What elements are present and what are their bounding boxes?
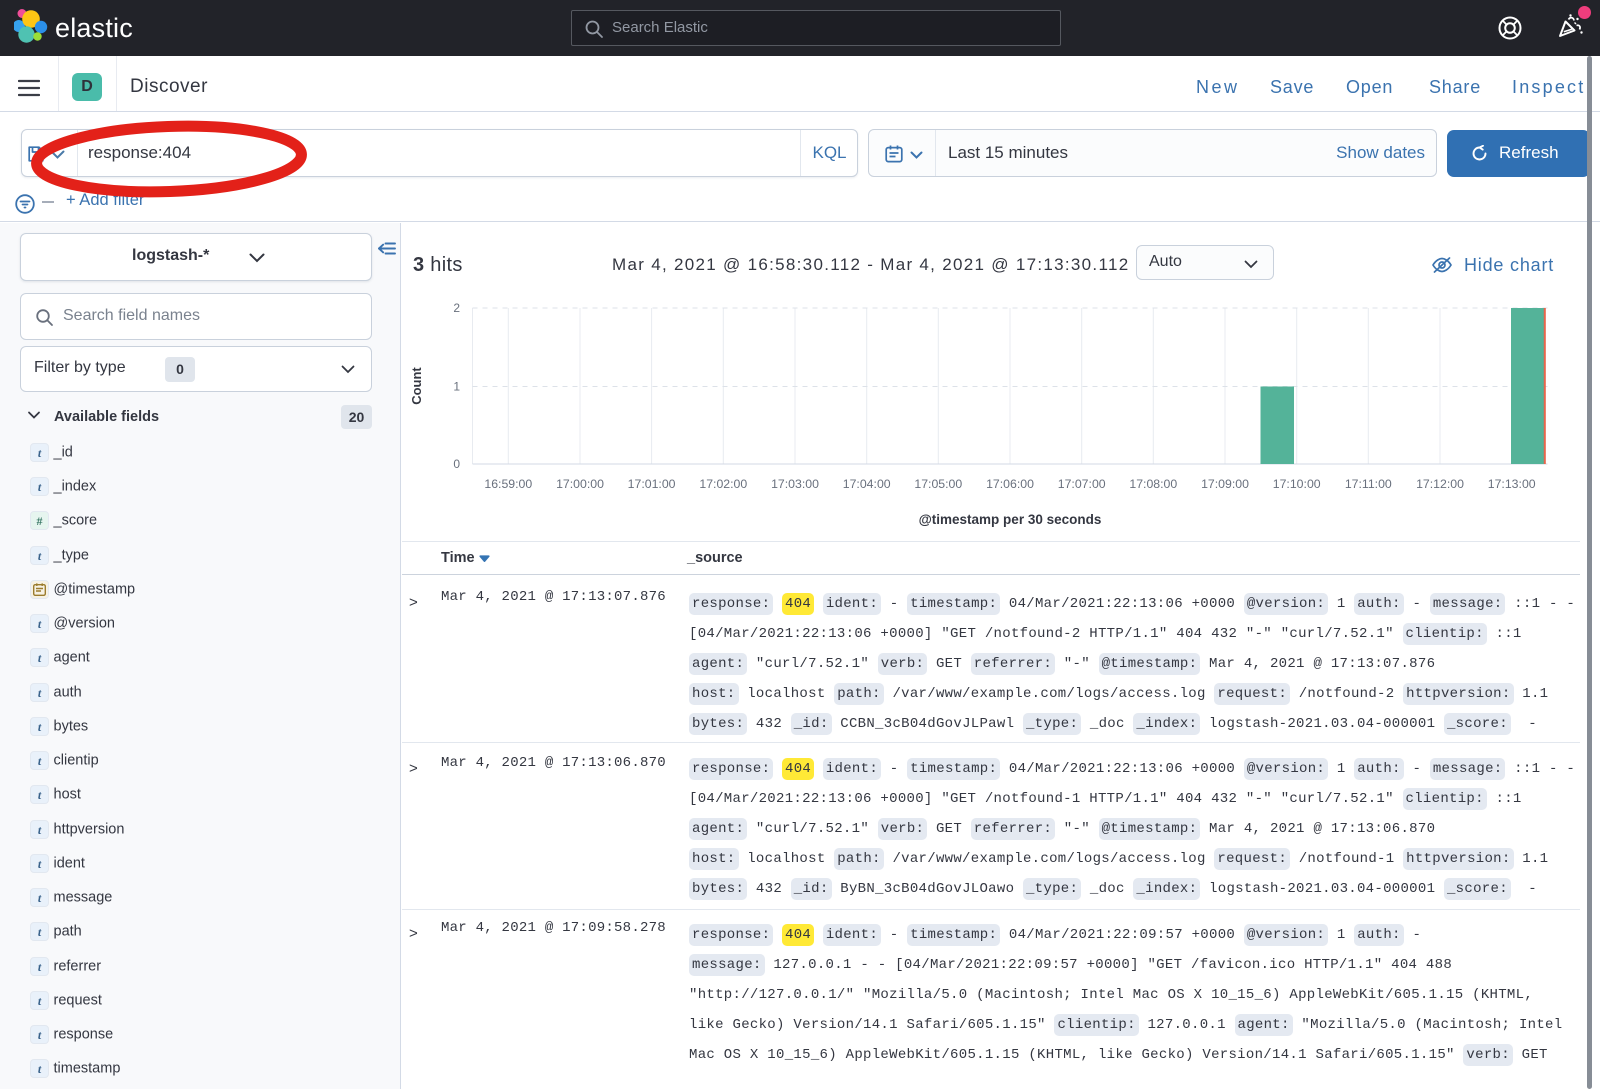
svg-text:16:59:00: 16:59:00 — [484, 477, 532, 491]
svg-text:17:12:00: 17:12:00 — [1416, 477, 1464, 491]
svg-text:2: 2 — [453, 301, 460, 315]
svg-text:17:07:00: 17:07:00 — [1058, 477, 1106, 491]
svg-text:17:04:00: 17:04:00 — [843, 477, 891, 491]
svg-text:17:03:00: 17:03:00 — [771, 477, 819, 491]
svg-text:17:11:00: 17:11:00 — [1345, 477, 1392, 491]
svg-text:0: 0 — [453, 457, 460, 471]
svg-text:17:10:00: 17:10:00 — [1273, 477, 1321, 491]
svg-text:17:00:00: 17:00:00 — [556, 477, 604, 491]
svg-text:1: 1 — [453, 380, 460, 394]
svg-text:17:06:00: 17:06:00 — [986, 477, 1034, 491]
svg-text:17:13:00: 17:13:00 — [1488, 477, 1536, 491]
svg-text:Count: Count — [409, 367, 424, 405]
svg-text:17:02:00: 17:02:00 — [699, 477, 747, 491]
svg-text:17:09:00: 17:09:00 — [1201, 477, 1249, 491]
svg-text:17:05:00: 17:05:00 — [914, 477, 962, 491]
svg-text:17:08:00: 17:08:00 — [1129, 477, 1177, 491]
svg-text:17:01:00: 17:01:00 — [628, 477, 676, 491]
